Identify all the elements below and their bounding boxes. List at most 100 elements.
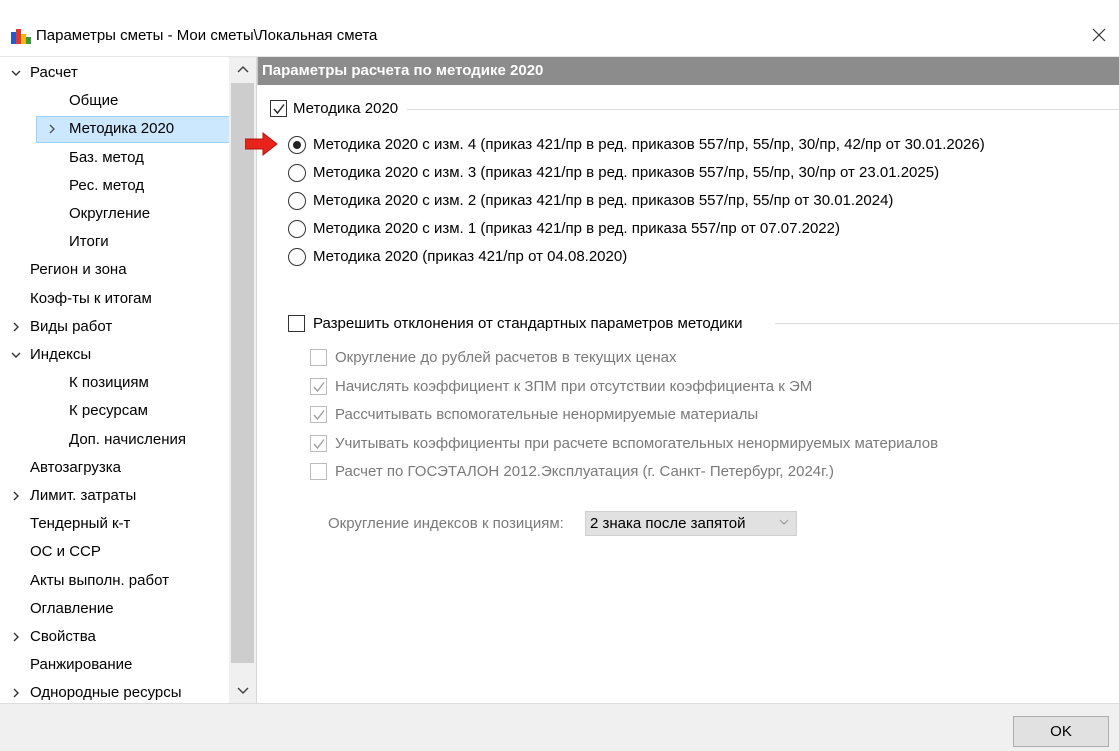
scroll-thumb[interactable] bbox=[231, 83, 254, 663]
tree-item-label: Методика 2020 bbox=[69, 120, 175, 138]
tree-item[interactable]: Общие bbox=[0, 87, 229, 115]
title-bar: Параметры сметы - Мои сметы\Локальная см… bbox=[0, 0, 1119, 57]
tree-item[interactable]: Виды работ bbox=[0, 313, 229, 341]
panel-header: Параметры расчета по методике 2020 bbox=[257, 57, 1119, 85]
tree-item[interactable]: Итоги bbox=[0, 228, 229, 256]
tree-item[interactable]: Доп. начисления bbox=[0, 426, 229, 454]
tree-item-label: Виды работ bbox=[30, 317, 113, 335]
tree-item-label: Общие bbox=[69, 92, 119, 110]
methodology-radio[interactable] bbox=[288, 136, 306, 154]
methodology-option-label[interactable]: Методика 2020 (приказ 421/пр от 04.08.20… bbox=[313, 248, 627, 265]
methodology-radio[interactable] bbox=[288, 192, 306, 210]
tree-item-label: Расчет bbox=[30, 64, 78, 81]
chevron-right-icon[interactable] bbox=[46, 123, 58, 135]
tree-item[interactable]: Регион и зона bbox=[0, 256, 229, 284]
checkmark-icon bbox=[313, 438, 325, 449]
tree-item[interactable]: Рес. метод bbox=[0, 172, 229, 200]
tree-item-label: Коэф-ты к итогам bbox=[30, 289, 152, 307]
tree-item-label: Итоги bbox=[69, 233, 109, 251]
tree-item[interactable]: К позициям bbox=[0, 369, 229, 397]
tree-item-label: Оглавление bbox=[30, 599, 114, 617]
checkmark-icon bbox=[313, 410, 325, 421]
deviation-option-label: Округление до рублей расчетов в текущих … bbox=[335, 349, 677, 366]
methodology-option-label[interactable]: Методика 2020 с изм. 2 (приказ 421/пр в … bbox=[313, 192, 893, 209]
methodology-checkbox[interactable] bbox=[270, 100, 287, 117]
deviation-checkbox[interactable] bbox=[288, 315, 305, 332]
scroll-down-button[interactable] bbox=[229, 681, 256, 703]
tree-item-label: К позициям bbox=[69, 374, 149, 392]
pointer-arrow-icon bbox=[245, 132, 278, 156]
dialog-footer: OK bbox=[0, 703, 1119, 751]
deviation-option-checkbox[interactable] bbox=[310, 434, 327, 452]
chevron-down-icon bbox=[236, 687, 249, 695]
tree-item[interactable]: Методика 2020 bbox=[0, 115, 230, 144]
close-icon bbox=[1092, 28, 1106, 42]
methodology-radio[interactable] bbox=[288, 248, 306, 266]
chevron-up-icon bbox=[236, 65, 249, 73]
deviation-option-checkbox[interactable] bbox=[310, 406, 327, 423]
deviation-group-label: Разрешить отклонения от стандартных пара… bbox=[313, 315, 743, 332]
tree-item[interactable]: Свойства bbox=[0, 623, 229, 651]
tree-item-label: Акты выполн. работ bbox=[30, 571, 169, 589]
methodology-radio[interactable] bbox=[288, 164, 306, 182]
methodology-radio[interactable] bbox=[288, 220, 306, 238]
deviation-option-checkbox[interactable] bbox=[310, 463, 327, 480]
rounding-select-value: 2 знака после запятой bbox=[590, 515, 746, 532]
tree-item[interactable]: Лимит. затраты bbox=[0, 482, 229, 510]
methodology-option-label[interactable]: Методика 2020 с изм. 3 (приказ 421/пр в … bbox=[313, 164, 939, 181]
checkmark-icon bbox=[313, 381, 325, 392]
tree-item[interactable]: Округление bbox=[0, 200, 229, 228]
deviation-option-label: Начислять коэффициент к ЗПМ при отсутств… bbox=[335, 377, 813, 395]
tree-item-label: Индексы bbox=[30, 346, 92, 363]
tree-item[interactable]: Акты выполн. работ bbox=[0, 567, 229, 595]
deviation-option-label: Учитывать коэффициенты при расчете вспом… bbox=[335, 434, 939, 452]
chevron-right-icon[interactable] bbox=[10, 321, 22, 333]
rounding-select[interactable]: 2 знака после запятой bbox=[585, 511, 797, 536]
deviation-option-checkbox[interactable] bbox=[310, 349, 327, 366]
ok-button[interactable]: OK bbox=[1013, 716, 1109, 747]
tree-item-label: Лимит. затраты bbox=[30, 487, 137, 504]
group-divider bbox=[775, 323, 1119, 324]
tree-item[interactable]: К ресурсам bbox=[0, 397, 229, 425]
app-icon bbox=[11, 26, 31, 44]
tree-item-label: Автозагрузка bbox=[30, 458, 121, 476]
tree-item-label: Баз. метод bbox=[69, 148, 144, 166]
tree-item[interactable]: Оглавление bbox=[0, 595, 229, 623]
scroll-up-button[interactable] bbox=[229, 57, 256, 79]
tree-item-label: К ресурсам bbox=[69, 402, 148, 420]
methodology-group-label: Методика 2020 bbox=[293, 100, 399, 117]
tree-item[interactable]: ОС и ССР bbox=[0, 538, 229, 566]
tree-item-label: ОС и ССР bbox=[30, 543, 101, 561]
group-divider bbox=[407, 109, 1119, 110]
tree-item[interactable]: Коэф-ты к итогам bbox=[0, 285, 229, 313]
methodology-option-label[interactable]: Методика 2020 с изм. 1 (приказ 421/пр в … bbox=[313, 220, 840, 237]
checkmark-icon bbox=[273, 104, 285, 115]
settings-panel: Параметры расчета по методике 2020 Метод… bbox=[245, 57, 1119, 703]
tree-item[interactable]: Тендерный к-т bbox=[0, 510, 229, 538]
radio-dot bbox=[293, 141, 301, 149]
tree-item-label: Тендерный к-т bbox=[30, 515, 131, 533]
tree-item-label: Регион и зона bbox=[30, 261, 127, 279]
deviation-option-label: Расчет по ГОСЭТАЛОН 2012.Эксплуатация (г… bbox=[335, 463, 834, 480]
deviation-option-checkbox[interactable] bbox=[310, 377, 327, 395]
tree-item[interactable]: Расчет bbox=[0, 59, 229, 87]
tree-item[interactable]: Индексы bbox=[0, 341, 229, 369]
chevron-down-icon[interactable] bbox=[10, 67, 22, 79]
chevron-down-icon[interactable] bbox=[10, 349, 22, 361]
tree-item[interactable]: Баз. метод bbox=[0, 144, 229, 172]
chevron-down-icon bbox=[779, 519, 789, 525]
methodology-option-label[interactable]: Методика 2020 с изм. 4 (приказ 421/пр в … bbox=[313, 136, 985, 153]
tree-item-label: Округление bbox=[69, 205, 151, 222]
tree-item-label: Ранжирование bbox=[30, 656, 133, 674]
chevron-right-icon[interactable] bbox=[10, 631, 22, 643]
deviation-option-label: Рассчитывать вспомогательные ненормируем… bbox=[335, 406, 759, 423]
chevron-right-icon[interactable] bbox=[10, 687, 22, 699]
settings-tree: Расчет Общие Методика 2020 Баз. метод Рес. м… bbox=[0, 57, 257, 703]
tree-item-label: Доп. начисления bbox=[69, 430, 186, 448]
tree-item-label: Свойства bbox=[30, 628, 96, 645]
tree-item[interactable]: Ранжирование bbox=[0, 651, 229, 679]
chevron-right-icon[interactable] bbox=[10, 490, 22, 502]
tree-item[interactable]: Автозагрузка bbox=[0, 454, 229, 482]
window-title: Параметры сметы - Мои сметы\Локальная см… bbox=[36, 27, 378, 44]
close-button[interactable] bbox=[1079, 22, 1119, 50]
